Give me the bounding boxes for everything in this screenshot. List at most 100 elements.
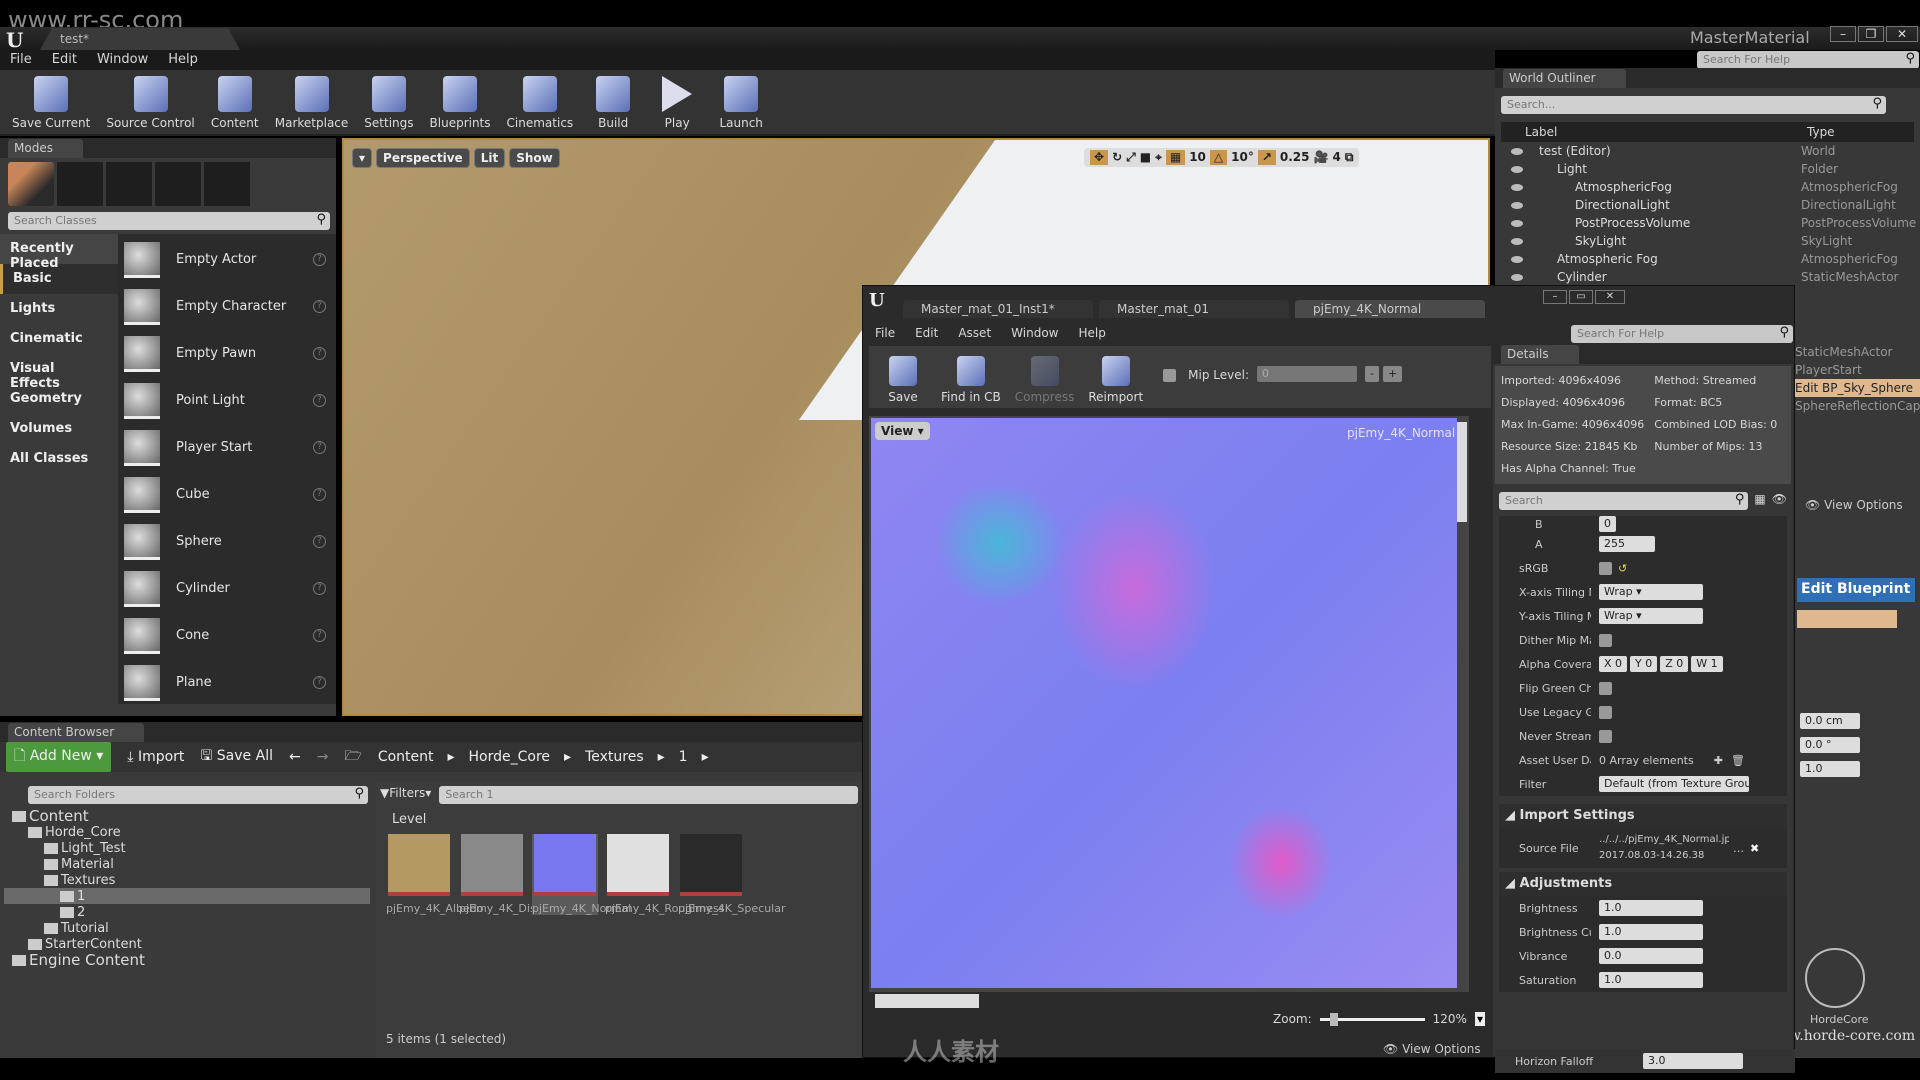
placeable-plane[interactable]: Plane? bbox=[118, 659, 336, 706]
menu-edit[interactable]: Edit bbox=[52, 52, 77, 68]
scale-snap-value[interactable]: 0.25 bbox=[1280, 150, 1310, 165]
outliner-row[interactable]: SkyLight SkyLight bbox=[1501, 232, 1914, 250]
outliner-search-input[interactable]: Search... ⚲ bbox=[1501, 96, 1886, 114]
help-icon[interactable]: ? bbox=[313, 394, 326, 407]
folder-material[interactable]: Material bbox=[4, 856, 370, 872]
save-button[interactable]: Save bbox=[873, 356, 933, 404]
camera-speed-value[interactable]: 4 bbox=[1332, 150, 1340, 165]
mip-decrement-button[interactable]: - bbox=[1365, 366, 1379, 382]
flip-green-checkbox[interactable] bbox=[1599, 681, 1612, 695]
visibility-eye-icon[interactable] bbox=[1511, 165, 1523, 173]
editor-tab[interactable]: pjEmy_4K_Normal bbox=[1295, 300, 1485, 318]
breadcrumb-arrow-icon[interactable]: ▸ bbox=[448, 749, 455, 765]
visibility-eye-icon[interactable] bbox=[1511, 255, 1523, 263]
outliner-row[interactable]: Atmospheric Fog AtmosphericFog bbox=[1501, 250, 1914, 268]
menu-window[interactable]: Window bbox=[1011, 326, 1058, 340]
help-icon[interactable]: ? bbox=[313, 347, 326, 360]
blueprints-button[interactable]: Blueprints bbox=[424, 76, 497, 130]
modes-tab[interactable]: Modes bbox=[8, 139, 83, 158]
filter-dropdown[interactable]: Default (from Texture Grou bbox=[1599, 776, 1749, 792]
translate-icon[interactable]: ✥ bbox=[1090, 150, 1109, 165]
menu-help[interactable]: Help bbox=[1078, 326, 1105, 340]
placeable-cylinder[interactable]: Cylinder? bbox=[118, 565, 336, 612]
placeable-player-start[interactable]: Player Start? bbox=[118, 424, 336, 471]
category-lights[interactable]: Lights bbox=[0, 294, 118, 324]
world-local-icon[interactable]: ■ bbox=[1140, 150, 1151, 165]
camera-speed-icon[interactable]: 🎥 bbox=[1314, 150, 1329, 165]
property-matrix-icon[interactable]: ▦ bbox=[1754, 492, 1765, 510]
a-field[interactable]: 255 bbox=[1599, 536, 1655, 552]
forward-button[interactable]: → bbox=[317, 749, 329, 765]
alpha-z-field[interactable]: Z 0 bbox=[1660, 656, 1689, 672]
world-outliner-tab[interactable]: World Outliner bbox=[1503, 69, 1626, 88]
alpha-y-field[interactable]: Y 0 bbox=[1630, 656, 1658, 672]
placeable-empty-actor[interactable]: Empty Actor? bbox=[118, 236, 336, 283]
texture-viewport[interactable]: View ▾ pjEmy_4K_Normal bbox=[869, 416, 1469, 1008]
level-tab[interactable]: test* bbox=[40, 28, 240, 50]
filters-button[interactable]: ▼Filters▾ bbox=[380, 786, 431, 804]
scale-icon[interactable]: ⤢ bbox=[1126, 150, 1136, 165]
folder-content[interactable]: Content bbox=[4, 807, 370, 825]
back-button[interactable]: ← bbox=[289, 749, 301, 765]
reset-icon[interactable]: ↺ bbox=[1618, 562, 1627, 575]
details-tab[interactable]: Details bbox=[1501, 345, 1579, 364]
category-volumes[interactable]: Volumes bbox=[0, 414, 118, 444]
eye-icon[interactable]: 👁 bbox=[1772, 492, 1787, 510]
asset-search-input[interactable]: Search 1 bbox=[439, 786, 858, 804]
outliner-row[interactable]: Light Folder bbox=[1501, 160, 1914, 178]
launch-button[interactable]: Launch bbox=[711, 76, 771, 130]
edit-blueprint-button[interactable]: Edit Blueprint bbox=[1797, 578, 1915, 602]
help-search-input[interactable]: Search For Help ⚲ bbox=[1571, 325, 1793, 343]
reimport-button[interactable]: Reimport bbox=[1082, 356, 1149, 404]
rotation-snap-value[interactable]: 10° bbox=[1231, 150, 1254, 165]
help-icon[interactable]: ? bbox=[313, 253, 326, 266]
x-tiling-dropdown[interactable]: Wrap ▾ bbox=[1599, 584, 1703, 600]
asset-tile[interactable]: pjEmy_4K_Albedo bbox=[386, 834, 483, 915]
save-all-button[interactable]: 🖫 Save All bbox=[200, 745, 273, 769]
breadcrumb-horde_core[interactable]: Horde_Core bbox=[469, 749, 551, 765]
label-column-header[interactable]: Label bbox=[1525, 125, 1557, 139]
horizon-falloff-field[interactable]: 3.0 bbox=[1643, 1053, 1743, 1069]
build-button[interactable]: Build bbox=[583, 76, 643, 130]
find-in-cb-button[interactable]: Find in CB bbox=[935, 356, 1007, 404]
mip-level-field[interactable]: 0 bbox=[1257, 366, 1358, 382]
menu-file[interactable]: File bbox=[875, 326, 895, 340]
breadcrumb-1[interactable]: 1 bbox=[679, 749, 688, 765]
folder-1[interactable]: 1 bbox=[4, 888, 370, 904]
help-icon[interactable]: ? bbox=[313, 488, 326, 501]
menu-window[interactable]: Window bbox=[97, 52, 148, 68]
place-mode-icon[interactable] bbox=[8, 162, 54, 206]
surface-snap-icon[interactable]: ⌖ bbox=[1155, 150, 1162, 165]
placeable-cube[interactable]: Cube? bbox=[118, 471, 336, 518]
mip-level-checkbox[interactable] bbox=[1163, 369, 1177, 382]
breadcrumb-arrow-icon[interactable]: ▸ bbox=[564, 749, 571, 765]
placeable-sphere[interactable]: Sphere? bbox=[118, 518, 336, 565]
visibility-eye-icon[interactable] bbox=[1511, 201, 1523, 209]
help-icon[interactable]: ? bbox=[313, 582, 326, 595]
vibrance-field[interactable]: 0.0 bbox=[1599, 948, 1703, 964]
folder-light_test[interactable]: Light_Test bbox=[4, 840, 370, 856]
folder-tutorial[interactable]: Tutorial bbox=[4, 920, 370, 936]
landscape-mode-icon[interactable] bbox=[106, 162, 152, 206]
browse-button[interactable]: … bbox=[1733, 842, 1744, 855]
level-filter-chip[interactable]: Level bbox=[392, 812, 846, 827]
alpha-w-field[interactable]: W 1 bbox=[1691, 656, 1723, 672]
zoom-dropdown[interactable]: ▾ bbox=[1474, 1012, 1485, 1026]
minimize-button[interactable]: – bbox=[1830, 26, 1856, 42]
brightness-curve-field[interactable]: 1.0 bbox=[1599, 924, 1703, 940]
editor-tab[interactable]: Master_mat_01_Inst1* bbox=[903, 300, 1093, 318]
help-icon[interactable]: ? bbox=[313, 535, 326, 548]
restore-button[interactable]: ❐ bbox=[1858, 26, 1884, 42]
marketplace-button[interactable]: Marketplace bbox=[269, 76, 355, 130]
help-search-input[interactable]: Search For Help ⚲ bbox=[1697, 51, 1919, 69]
category-cinematic[interactable]: Cinematic bbox=[0, 324, 118, 354]
search-folders-input[interactable]: Search Folders ⚲ bbox=[28, 786, 368, 804]
scale-field[interactable]: 1.0 bbox=[1800, 761, 1860, 777]
view-options-button[interactable]: View Options bbox=[1402, 1042, 1481, 1056]
show-button[interactable]: Show bbox=[509, 148, 560, 168]
source-control-button[interactable]: Source Control bbox=[100, 76, 200, 130]
srgb-checkbox[interactable] bbox=[1599, 561, 1612, 575]
help-icon[interactable]: ? bbox=[313, 300, 326, 313]
help-icon[interactable]: ? bbox=[313, 629, 326, 642]
scale-snap-icon[interactable]: ↗ bbox=[1257, 150, 1276, 165]
